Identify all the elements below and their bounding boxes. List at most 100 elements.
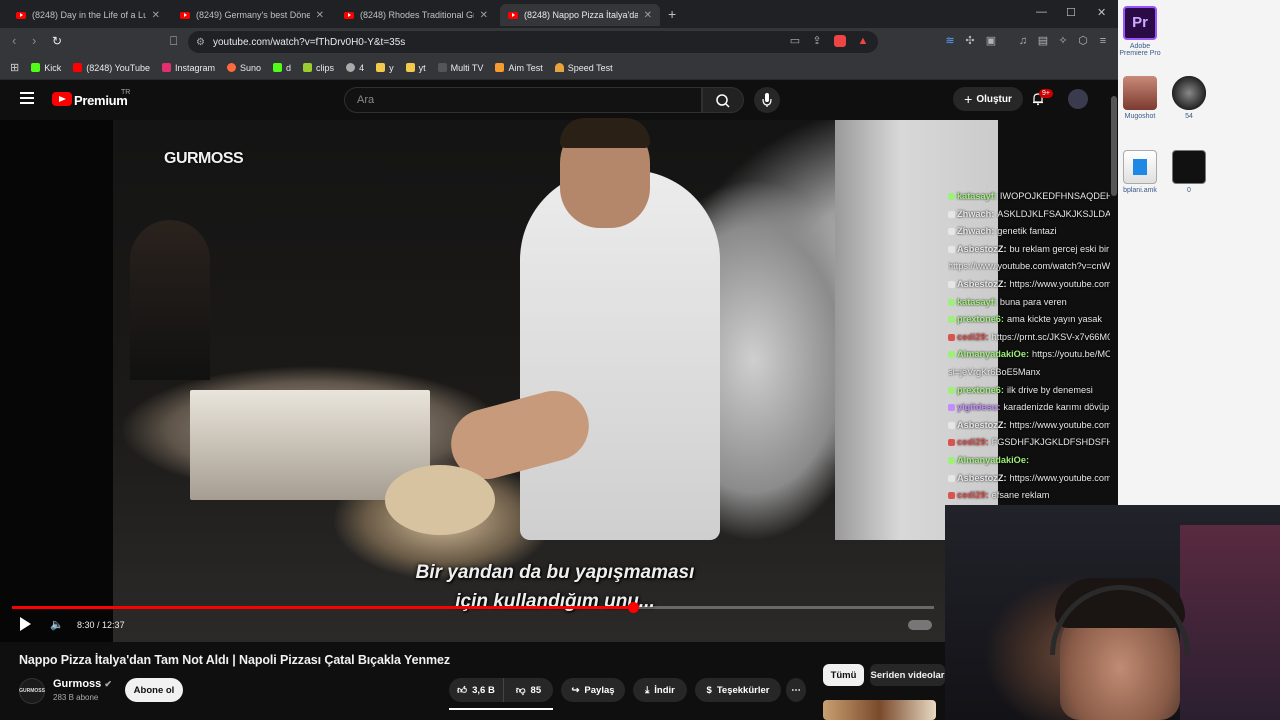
bookmark-item[interactable]: clips [303,63,334,73]
video-frame-dough [385,465,495,535]
account-avatar[interactable] [1068,89,1088,109]
minimize-window-icon[interactable]: — [1036,6,1047,18]
search-input[interactable]: Ara [344,87,702,113]
browser-tab-active[interactable]: (8248) Nappo Pizza İtalya'dan Te ✕ [500,4,660,26]
apps-grid-icon[interactable]: ⊞ [10,61,19,74]
chat-username: Zhwach: [957,226,995,237]
subscribe-button[interactable]: Abone ol [125,678,183,702]
close-tab-icon[interactable]: ✕ [152,10,160,21]
sidebar-icon[interactable]: ▣ [985,35,997,47]
search-button[interactable] [702,87,744,113]
share-page-icon[interactable]: ⇪ [811,35,823,47]
brave-shield-icon[interactable] [834,35,846,47]
chat-text: genetik fantazi [997,226,1057,237]
tab-title: (8248) Nappo Pizza İtalya'dan Te [524,10,638,20]
volume-icon[interactable]: 🔈 [50,618,64,631]
create-label: Oluştur [976,93,1012,105]
super-thanks-icon: $ [706,684,712,696]
more-actions-icon[interactable]: ⋯ [786,678,806,702]
bookmark-label: yt [418,62,426,73]
desktop-icon-0[interactable]: 0 [1165,150,1213,194]
bookmark-item[interactable]: Speed Test [554,63,613,73]
wallet-icon[interactable]: ▤ [1037,35,1049,47]
desktop-icon-label: Mugoshot [1124,113,1156,120]
recommended-video-thumbnail[interactable] [823,700,936,720]
bookmark-item[interactable]: Aim Test [495,62,543,73]
download-button[interactable]: ⤓ İndir [633,678,687,702]
youtube-logo-icon[interactable] [52,92,72,106]
bookmark-icon[interactable]: ⎕ [170,34,177,49]
media-icon[interactable]: ♫ [1017,35,1029,47]
channel-name[interactable]: Gurmoss ✔ [53,678,112,690]
bookmarks-bar: ⊞ Kick (8248) YouTube Instagram Suno d c… [0,56,1118,80]
like-button[interactable]: 👍︎ 3,6 B [449,678,503,702]
share-button[interactable]: ↪ Paylaş [561,678,625,702]
bookmark-item[interactable]: Kick [31,63,61,73]
channel-avatar[interactable]: GURMOSS [19,678,45,704]
thanks-button[interactable]: $ Teşekkürler [695,678,781,702]
youtube-icon [73,63,83,72]
desktop-icon-bplani[interactable]: bplani.amk [1116,150,1164,194]
dislike-button[interactable]: 👎︎ 85 [503,678,553,702]
chat-text: ilk drive by denemesi [1006,384,1093,395]
bookmark-item[interactable]: 4 [346,63,364,73]
close-tab-icon[interactable]: ✕ [644,10,652,21]
leo-ai-icon[interactable]: ✧ [1057,35,1069,47]
bookmark-item[interactable]: Instagram [161,63,215,73]
url-bar[interactable]: ⚙ youtube.com/watch?v=fThDrv0H0-Y&t=35s [188,31,878,53]
bookmark-item[interactable]: Multi TV [437,63,483,73]
suno-icon [227,63,236,72]
close-window-icon[interactable]: ✕ [1097,6,1106,19]
menu-icon[interactable]: ≡ [1097,35,1109,47]
browser-tab[interactable]: (8248) Rhodes Traditional Greek Koke ✕ [336,4,496,26]
bookmark-label: (8248) YouTube [86,62,150,73]
close-tab-icon[interactable]: ✕ [480,10,488,21]
desktop-icon-54[interactable]: 54 [1165,76,1213,120]
maximize-window-icon[interactable]: ☐ [1066,6,1076,19]
bookmark-label: clips [316,62,335,73]
hamburger-menu-icon[interactable] [20,92,34,104]
autoplay-toggle[interactable] [908,620,932,630]
chat-badge-icon [948,316,955,324]
play-icon[interactable] [20,617,31,631]
cast-icon[interactable]: ▭ [789,35,801,47]
rewards-icon[interactable]: ▲ [857,35,869,47]
desktop-icon-mugoshot[interactable]: Mugoshot [1116,76,1164,120]
extension-icon[interactable]: ≋ [944,35,956,47]
progress-scrubber-handle[interactable] [627,602,639,613]
file-badge-icon [1133,159,1147,175]
create-button[interactable]: + Oluştur [953,87,1023,111]
vpn-icon[interactable]: ⬡ [1077,35,1089,47]
browser-tab[interactable]: (8249) Germany's best Döner Kebap! ✕ [172,4,332,26]
youtube-logo-text[interactable]: Premium [74,93,128,108]
new-tab-icon[interactable]: + [668,6,676,22]
forward-icon[interactable]: › [32,33,36,48]
bookmark-label: Aim Test [508,62,543,73]
youtube-favicon-icon [344,11,354,19]
thumbs-up-icon: 👍︎ [457,685,468,696]
desktop-icon-label: Adobe Premiere Pro [1119,43,1161,57]
close-tab-icon[interactable]: ✕ [316,10,324,21]
browser-tab[interactable]: (8248) Day in the Life of a Luxury Car ✕ [8,4,168,26]
chat-badge-icon [948,421,955,429]
site-settings-icon[interactable]: ⚙ [196,37,205,48]
bookmark-item[interactable]: (8248) YouTube [73,63,150,73]
back-icon[interactable]: ‹ [12,33,16,48]
bookmark-item[interactable]: d [273,63,291,73]
video-frame-chef-hair [560,118,650,148]
chip-series-videos[interactable]: Seriden videolar [870,664,945,686]
reload-icon[interactable]: ↻ [52,34,62,48]
chat-username: Zhwach: [957,208,995,219]
page-icon [437,63,447,72]
puzzle-extensions-icon[interactable]: ✣ [964,35,976,47]
plus-icon: + [964,91,973,107]
bookmark-folder[interactable]: y [376,63,394,73]
chip-all[interactable]: Tümü [823,664,864,686]
bookmark-folder[interactable]: yt [405,62,426,73]
bookmark-item[interactable]: Suno [227,63,261,73]
chat-username: yigitdesu: [957,402,1001,413]
time-display: 8:30 / 12:37 [77,620,125,630]
voice-search-button[interactable] [754,87,780,113]
desktop-icon-premiere[interactable]: Pr Adobe Premiere Pro [1116,6,1164,57]
chat-username: katasayf: [957,296,997,307]
